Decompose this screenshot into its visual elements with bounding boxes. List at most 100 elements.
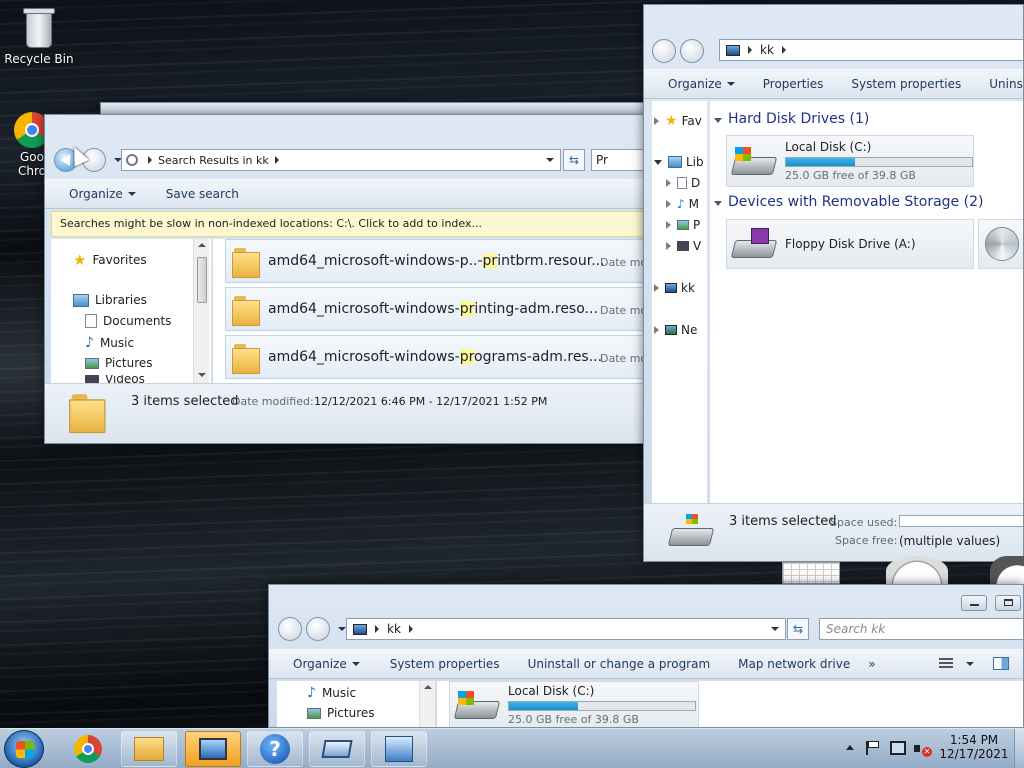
scroll-down-arrow-icon[interactable]	[198, 373, 206, 377]
map-network-drive-button[interactable]: Map network drive	[724, 657, 864, 671]
minimize-button[interactable]	[961, 595, 987, 611]
nav-pictures[interactable]: P	[666, 218, 700, 232]
nav-videos[interactable]: Videos	[85, 375, 145, 383]
system-properties-button[interactable]: System properties	[374, 657, 514, 671]
nav-documents[interactable]: D	[666, 176, 700, 190]
nav-network[interactable]: Ne	[654, 323, 697, 337]
result-row[interactable]: amd64_microsoft-windows-printing-adm.res…	[225, 287, 663, 331]
calendar-gadget[interactable]	[782, 562, 840, 584]
back-button[interactable]	[652, 39, 676, 63]
status-count: 3 items selected	[131, 394, 239, 409]
star-icon: ★	[73, 251, 87, 269]
local-disk-c[interactable]: Local Disk (C:) 25.0 GB free of 39.8 GB	[449, 681, 699, 727]
taskbar-help[interactable]: ?	[247, 731, 303, 767]
more-commands-button[interactable]: »	[864, 657, 879, 671]
removable-group-header[interactable]: Devices with Removable Storage (2)	[714, 194, 983, 210]
address-dropdown-icon[interactable]	[771, 627, 779, 631]
floppy-drive-a[interactable]: Floppy Disk Drive (A:)	[726, 219, 974, 269]
address-bar[interactable]: kk	[719, 39, 1023, 61]
maximize-button[interactable]	[995, 595, 1021, 611]
address-dropdown-icon[interactable]	[546, 158, 554, 162]
nav-favorites[interactable]: ★ Favorites	[73, 251, 147, 269]
scroll-up-arrow-icon[interactable]	[424, 685, 432, 689]
search-placeholder: Search kk	[826, 622, 886, 636]
nav-pictures[interactable]: Pictures	[85, 356, 153, 370]
taskbar-remote-app[interactable]	[185, 731, 241, 767]
nav-favorites[interactable]: ★ Fav	[654, 113, 702, 129]
nav-libraries[interactable]: Libraries	[73, 293, 147, 307]
system-properties-button[interactable]: System properties	[837, 77, 975, 91]
computer-window-bottom[interactable]: kk ⇆ Search kk Organize System propertie…	[268, 584, 1024, 728]
forward-button[interactable]	[306, 617, 330, 641]
back-button[interactable]	[278, 617, 302, 641]
desktop-icon-chrome[interactable]: Goo Chro	[0, 112, 50, 178]
show-hidden-icons-button[interactable]	[846, 745, 854, 750]
nav-music[interactable]: ♪ M	[666, 197, 699, 211]
drive-usage-fill	[509, 702, 578, 710]
folder-stack-icon	[69, 392, 106, 434]
nav-label: Favorites	[92, 253, 147, 267]
cpu-meter-gadget[interactable]	[990, 556, 1024, 586]
drive-free-text: 25.0 GB free of 39.8 GB	[785, 169, 916, 182]
forward-button[interactable]	[680, 39, 704, 63]
nav-label: Libraries	[95, 293, 147, 307]
action-center-flag-icon[interactable]	[866, 741, 880, 755]
search-input[interactable]: Search kk	[819, 618, 1023, 640]
nav-videos[interactable]: V	[666, 239, 701, 253]
clock-gadget[interactable]	[886, 556, 948, 586]
save-search-button[interactable]: Save search	[150, 187, 253, 201]
address-bar[interactable]: Search Results in kk	[121, 149, 561, 171]
status-bar: 3 items selected Space used: Space free:…	[644, 503, 1023, 561]
nav-documents[interactable]: Documents	[85, 314, 171, 328]
organize-button[interactable]: Organize	[644, 77, 749, 91]
scroll-up-arrow-icon[interactable]	[198, 243, 206, 247]
recent-pages-dropdown[interactable]	[338, 627, 346, 631]
preview-pane-icon[interactable]	[993, 657, 1009, 670]
taskbar-chrome[interactable]	[60, 731, 116, 767]
nav-music[interactable]: ♪ Music	[85, 335, 134, 351]
nav-computer[interactable]: kk	[654, 281, 695, 295]
computer-icon	[353, 623, 367, 635]
organize-button[interactable]: Organize	[45, 187, 150, 201]
uninstall-button[interactable]: Uninstall or	[975, 77, 1023, 91]
drive-name: Local Disk (C:)	[508, 684, 595, 698]
view-options-icon[interactable]	[939, 658, 953, 670]
drive-free-text: 25.0 GB free of 39.8 GB	[508, 713, 639, 726]
network-tray-icon[interactable]	[890, 741, 906, 755]
dvd-drive[interactable]	[978, 219, 1023, 269]
result-row[interactable]: amd64_microsoft-windows-programs-adm.res…	[225, 335, 663, 379]
scrollbar-thumb[interactable]	[197, 257, 207, 303]
nav-label: Lib	[686, 155, 704, 169]
show-desktop-button[interactable]	[1014, 729, 1024, 768]
result-row[interactable]: amd64_microsoft-windows-p..-printbrm.res…	[225, 239, 663, 283]
organize-button[interactable]: Organize	[269, 657, 374, 671]
status-date-label: Date modified:	[232, 395, 314, 408]
back-arrow-icon	[60, 154, 70, 166]
taskbar-app-window[interactable]	[309, 731, 365, 767]
nav-music[interactable]: ♪ Music	[307, 685, 356, 701]
nav-pictures[interactable]: Pictures	[307, 706, 375, 720]
refresh-button[interactable]: ⇆	[787, 618, 809, 640]
nav-label: D	[691, 176, 701, 190]
local-disk-c[interactable]: Local Disk (C:) 25.0 GB free of 39.8 GB	[726, 135, 974, 187]
group-label: Hard Disk Drives (1)	[728, 111, 870, 127]
clock[interactable]: 1:54 PM 12/17/2021	[938, 733, 1010, 761]
nav-scrollbar[interactable]	[419, 681, 435, 727]
taskbar-control-panel[interactable]	[371, 731, 427, 767]
nav-scrollbar[interactable]	[193, 239, 209, 383]
nav-libraries[interactable]: Lib	[654, 155, 704, 169]
uninstall-button[interactable]: Uninstall or change a program	[514, 657, 725, 671]
libraries-icon	[73, 293, 89, 307]
volume-muted-icon[interactable]: ✕	[914, 741, 932, 757]
properties-button[interactable]: Properties	[749, 77, 838, 91]
info-bar[interactable]: Searches might be slow in non-indexed lo…	[51, 211, 663, 237]
desktop-icon-recycle-bin[interactable]: Recycle Bin	[0, 6, 78, 66]
address-bar[interactable]: kk	[346, 618, 786, 640]
view-options-dropdown[interactable]	[966, 662, 974, 666]
refresh-button[interactable]: ⇆	[563, 149, 585, 171]
computer-window[interactable]: kk Organize Properties System properties…	[643, 4, 1024, 562]
start-button[interactable]	[4, 730, 44, 768]
search-results-window[interactable]: Search Results in kk ⇆ Pr Organize Save …	[44, 114, 664, 444]
taskbar-explorer[interactable]	[121, 731, 177, 767]
hard-disk-group-header[interactable]: Hard Disk Drives (1)	[714, 111, 869, 127]
